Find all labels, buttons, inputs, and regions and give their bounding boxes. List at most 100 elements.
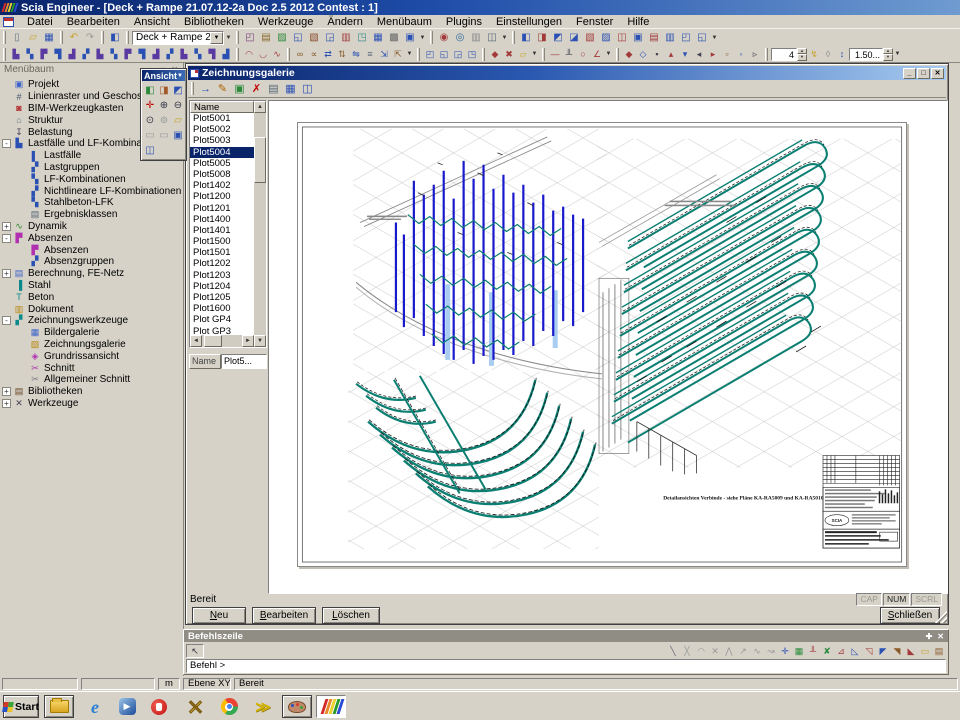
- snap-peak-icon[interactable]: ⋀: [722, 644, 736, 658]
- plot-list-item[interactable]: Plot1401: [190, 225, 254, 236]
- view-top-icon[interactable]: ▧: [582, 30, 598, 45]
- menu-item[interactable]: Werkzeuge: [251, 15, 320, 29]
- menu-item[interactable]: Datei: [20, 15, 60, 29]
- plot-list-item[interactable]: Plot5003: [190, 135, 254, 146]
- delete-icon[interactable]: ✗: [248, 81, 265, 97]
- snap-grid-icon[interactable]: ▦: [792, 644, 806, 658]
- cut-tool-icon[interactable]: ✖: [502, 48, 516, 61]
- menu-item[interactable]: Ändern: [320, 15, 369, 29]
- explorer-icon[interactable]: [44, 695, 74, 718]
- tree-item[interactable]: ▐ Stahl: [0, 280, 183, 292]
- dim10-icon[interactable]: ▹: [748, 48, 762, 61]
- undo-icon[interactable]: ↶: [66, 30, 82, 45]
- tree-expand-toggle[interactable]: [2, 80, 11, 89]
- tree-expand-toggle[interactable]: [18, 352, 27, 361]
- folder-tool-icon[interactable]: ▱: [516, 48, 530, 61]
- menu-item[interactable]: Bibliotheken: [177, 15, 251, 29]
- paint-app-icon[interactable]: [282, 695, 312, 718]
- tree-item[interactable]: + ▤ Berechnung, FE-Netz: [0, 268, 183, 280]
- view-bottom-icon[interactable]: ▨: [598, 30, 614, 45]
- dim8-icon[interactable]: ▫: [720, 48, 734, 61]
- arrows-app-icon[interactable]: ≫: [248, 695, 278, 718]
- column-icon[interactable]: ▛: [37, 48, 51, 61]
- toolbar-overflow-icon[interactable]: ▼: [224, 35, 233, 41]
- document-icon[interactable]: ◳: [354, 30, 370, 45]
- snap-tri6-icon[interactable]: ◣: [904, 644, 918, 658]
- scroll-right-icon[interactable]: ►: [242, 335, 254, 347]
- tree-item[interactable]: ▚ Stahlbeton-LFK: [0, 197, 183, 209]
- dim2-icon[interactable]: ◇: [636, 48, 650, 61]
- plot-list-item[interactable]: Plot GP3: [190, 326, 254, 335]
- snap-dock-icon[interactable]: ▭: [918, 644, 932, 658]
- redo-icon[interactable]: ↷: [82, 30, 98, 45]
- plot-list-item[interactable]: Plot1203: [190, 270, 254, 281]
- mesh-icon[interactable]: ▟: [219, 48, 233, 61]
- plot-list-header[interactable]: Name: [190, 101, 254, 113]
- scroll-up-icon[interactable]: ▲: [254, 101, 266, 113]
- snap-table-icon[interactable]: ▤: [932, 644, 946, 658]
- tools-app-icon[interactable]: [180, 695, 210, 718]
- plot-list-item[interactable]: Plot1200: [190, 191, 254, 202]
- plot-list-item[interactable]: Plot1202: [190, 258, 254, 269]
- close-button[interactable]: ✕: [931, 68, 944, 79]
- zoom-in-icon[interactable]: ⊕: [157, 98, 171, 113]
- steel-icon[interactable]: ▧: [306, 30, 322, 45]
- tree-expand-toggle[interactable]: [2, 92, 11, 101]
- menu-item[interactable]: Plugins: [439, 15, 489, 29]
- structure-icon[interactable]: ▨: [274, 30, 290, 45]
- media-player-icon[interactable]: ▶: [112, 695, 142, 718]
- color-icon[interactable]: ◉: [436, 30, 452, 45]
- internet-explorer-icon[interactable]: e: [80, 695, 110, 718]
- wall-icon[interactable]: ▟: [65, 48, 79, 61]
- plot-list-item[interactable]: Plot5008: [190, 169, 254, 180]
- tree-expand-toggle[interactable]: [18, 210, 27, 219]
- save-icon[interactable]: ▦: [282, 81, 299, 97]
- start-button[interactable]: Start: [3, 695, 39, 718]
- toolbar-grip[interactable]: [126, 31, 129, 44]
- toolbar-grip[interactable]: [765, 48, 768, 61]
- view-win1-icon[interactable]: ▤: [646, 30, 662, 45]
- dim4-icon[interactable]: ▴: [664, 48, 678, 61]
- scrollbar-thumb[interactable]: [204, 335, 222, 347]
- scale-spinner[interactable]: ▲▼: [883, 48, 893, 61]
- tree-item[interactable]: ▥ Dokument: [0, 303, 183, 315]
- toolbar-grip[interactable]: [512, 31, 515, 44]
- steps-spinner[interactable]: ▲▼: [797, 48, 807, 61]
- tree-expand-toggle[interactable]: [2, 104, 11, 113]
- toolbar-overflow-icon[interactable]: ▼: [500, 35, 509, 41]
- haunch-icon[interactable]: ▚: [107, 48, 121, 61]
- tree-item[interactable]: + ∿ Dynamik: [0, 221, 183, 233]
- dim7-icon[interactable]: ▸: [706, 48, 720, 61]
- print-preview-icon[interactable]: ◫: [484, 30, 500, 45]
- polyline-icon[interactable]: ◡: [256, 48, 270, 61]
- snap-arrow-icon[interactable]: ↝: [764, 644, 778, 658]
- tree-expand-toggle[interactable]: [18, 257, 27, 266]
- tree-item[interactable]: - ▛ Absenzen: [0, 232, 183, 244]
- ref-scale-icon[interactable]: ↕: [835, 48, 849, 61]
- render-icon[interactable]: ▣: [171, 128, 185, 143]
- maximize-button[interactable]: □: [917, 68, 930, 79]
- truss-icon[interactable]: ▚: [191, 48, 205, 61]
- toolbar-grip[interactable]: [430, 31, 433, 44]
- toolbar-grip[interactable]: [616, 48, 619, 61]
- snap-line-icon[interactable]: ╲: [666, 644, 680, 658]
- scale-icon[interactable]: ⇲: [377, 48, 391, 61]
- toolbar-overflow-icon[interactable]: ▼: [710, 35, 719, 41]
- toolbar-grip[interactable]: [287, 48, 290, 61]
- view-xy-icon[interactable]: ◧: [143, 83, 157, 98]
- edit-button[interactable]: Bearbeiten: [252, 607, 316, 624]
- plate-icon[interactable]: ▞: [79, 48, 93, 61]
- window-tile1-icon[interactable]: ◰: [423, 48, 437, 61]
- toolbar-grip[interactable]: [542, 48, 545, 61]
- view-left-icon[interactable]: ◩: [550, 30, 566, 45]
- support-icon[interactable]: ▟: [149, 48, 163, 61]
- tree-item[interactable]: ▛ Absenzen: [0, 244, 183, 256]
- snap-tri5-icon[interactable]: ◥: [890, 644, 904, 658]
- snap-arc-icon[interactable]: ◠: [694, 644, 708, 658]
- tree-expand-toggle[interactable]: [2, 116, 11, 125]
- drawing-canvas[interactable]: SCIA Detailansichten Verbinde - siehe Pl…: [268, 100, 948, 594]
- view-manager-icon[interactable]: ▣: [402, 30, 418, 45]
- layers-icon[interactable]: ▥: [468, 30, 484, 45]
- prev-view-icon[interactable]: ▱: [171, 113, 185, 128]
- concrete-icon[interactable]: ◲: [322, 30, 338, 45]
